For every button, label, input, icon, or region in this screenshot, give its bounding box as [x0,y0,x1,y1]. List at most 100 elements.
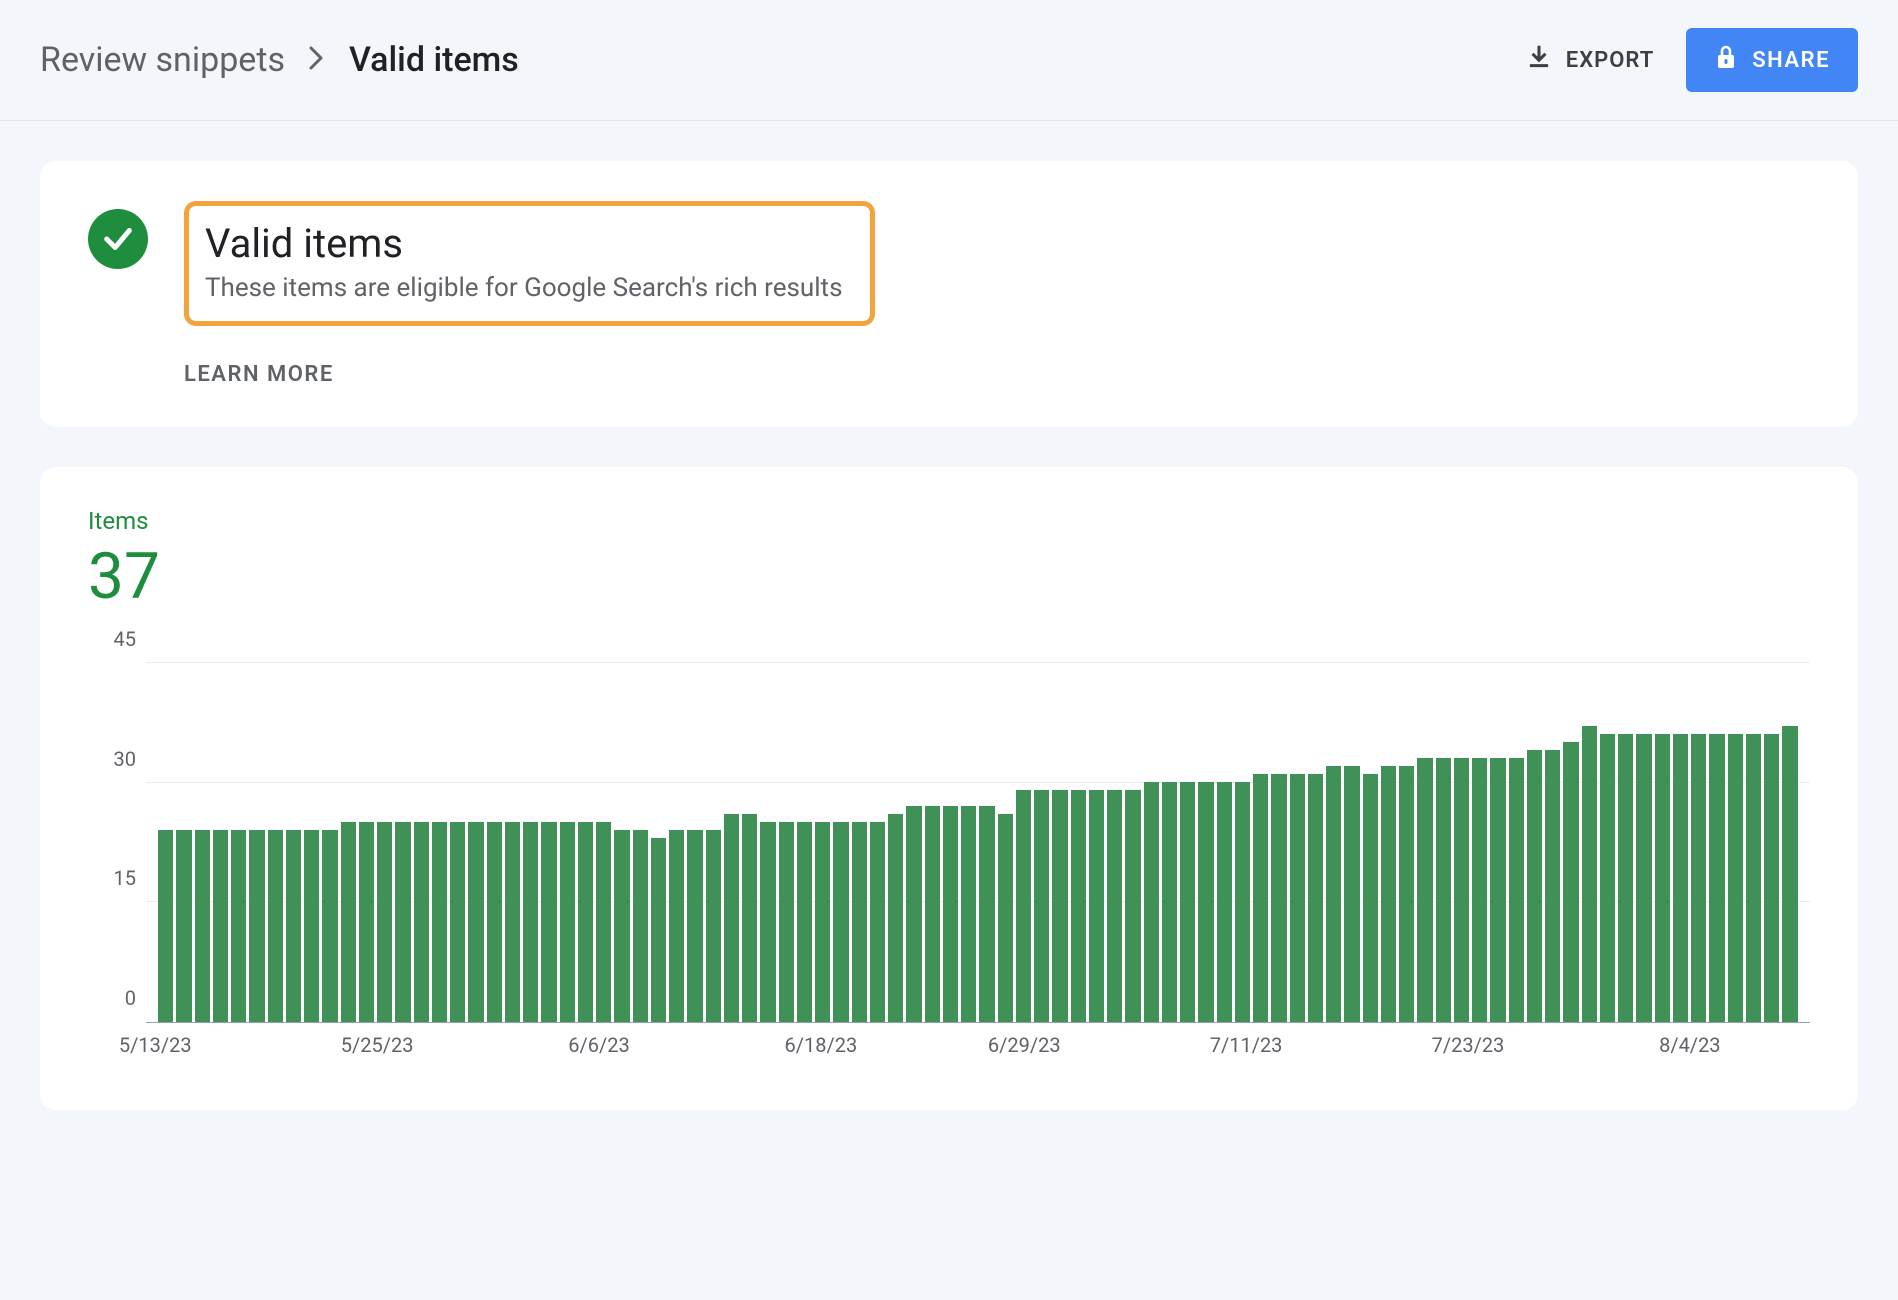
chart-bar[interactable] [231,830,246,1022]
chart-bar[interactable] [1746,734,1761,1022]
chart-bar[interactable] [176,830,191,1022]
chart-bar[interactable] [1636,734,1651,1022]
chart-bar[interactable] [1180,782,1195,1022]
chart-bar[interactable] [1582,726,1597,1022]
chart-bar[interactable] [925,806,940,1022]
chart-bar[interactable] [1454,758,1469,1022]
chart-bar[interactable] [1673,734,1688,1022]
chart-bar[interactable] [1417,758,1432,1022]
chart-bar[interactable] [1527,750,1542,1022]
chart-bar[interactable] [1563,742,1578,1022]
highlight-annotation: Valid items These items are eligible for… [184,201,875,326]
chart-bar[interactable] [888,814,903,1022]
chart-bar[interactable] [1363,774,1378,1022]
chart-bar[interactable] [523,822,538,1022]
chart-bar[interactable] [268,830,283,1022]
chart-bar[interactable] [578,822,593,1022]
chart-bar[interactable] [1764,734,1779,1022]
chart-bar[interactable] [505,822,520,1022]
chart-bar[interactable] [1691,734,1706,1022]
share-button[interactable]: SHARE [1686,28,1858,92]
chart-bar[interactable] [1344,766,1359,1022]
chart-bar[interactable] [633,830,648,1022]
chart-bar[interactable] [322,830,337,1022]
chart-bar[interactable] [1125,790,1140,1022]
chart-bar[interactable] [1198,782,1213,1022]
chart-bar[interactable] [1271,774,1286,1022]
chart-bar[interactable] [1326,766,1341,1022]
chart-bar[interactable] [998,814,1013,1022]
chart-bar[interactable] [1490,758,1505,1022]
chart-bar[interactable] [1600,734,1615,1022]
chart-bar[interactable] [852,822,867,1022]
chart-bar[interactable] [1162,782,1177,1022]
chart-bar[interactable] [1034,790,1049,1022]
chart-bar[interactable] [1052,790,1067,1022]
chart-bar[interactable] [1655,734,1670,1022]
chart-bar[interactable] [596,822,611,1022]
chart-bar[interactable] [158,830,173,1022]
export-button[interactable]: EXPORT [1522,36,1658,84]
chart-bar[interactable] [870,822,885,1022]
x-tick-label: 7/23/23 [1432,1033,1505,1057]
export-label: EXPORT [1566,48,1654,73]
chart-bar[interactable] [249,830,264,1022]
chart-bar[interactable] [1016,790,1031,1022]
chart-bar[interactable] [1071,790,1086,1022]
chart-bar[interactable] [706,830,721,1022]
chart-bar[interactable] [614,830,629,1022]
chart-bar[interactable] [468,822,483,1022]
chart-bar[interactable] [1728,734,1743,1022]
chart-bar[interactable] [1782,726,1797,1022]
chart-bar[interactable] [1144,782,1159,1022]
chart-bar[interactable] [195,830,210,1022]
chart-bar[interactable] [906,806,921,1022]
chart-bar[interactable] [1107,790,1122,1022]
status-title: Valid items [205,220,842,267]
chart-bar[interactable] [1235,782,1250,1022]
chart-bar[interactable] [1709,734,1724,1022]
chart-bar[interactable] [943,806,958,1022]
chart-bar[interactable] [487,822,502,1022]
chart-bar[interactable] [213,830,228,1022]
chart-bar[interactable] [286,830,301,1022]
breadcrumb-root[interactable]: Review snippets [40,40,285,80]
chart-bar[interactable] [979,806,994,1022]
chart-bar[interactable] [742,814,757,1022]
chart-bar[interactable] [1089,790,1104,1022]
chart-bar[interactable] [359,822,374,1022]
chart-bar[interactable] [833,822,848,1022]
chart-bar[interactable] [760,822,775,1022]
chart-bar[interactable] [450,822,465,1022]
chart-bar[interactable] [1472,758,1487,1022]
chart-card: Items 37 0153045 5/13/235/25/236/6/236/1… [40,467,1858,1110]
chart-bar[interactable] [304,830,319,1022]
chart-bar[interactable] [1399,766,1414,1022]
chart-bar[interactable] [779,822,794,1022]
learn-more-button[interactable]: LEARN MORE [184,362,1810,387]
chart-bar[interactable] [1290,774,1305,1022]
chart-bar[interactable] [1308,774,1323,1022]
chart-bar[interactable] [724,814,739,1022]
chart-bar[interactable] [961,806,976,1022]
chart-bar[interactable] [395,822,410,1022]
chart-bar[interactable] [1217,782,1232,1022]
chart-bar[interactable] [1545,750,1560,1022]
chart-bar[interactable] [797,822,812,1022]
chart-bar[interactable] [687,830,702,1022]
chart-bar[interactable] [1381,766,1396,1022]
chart-bar[interactable] [1436,758,1451,1022]
chart-bar[interactable] [541,822,556,1022]
chart-bar[interactable] [1509,758,1524,1022]
chart-bar[interactable] [432,822,447,1022]
chart-bar[interactable] [414,822,429,1022]
chart-bars [146,663,1810,1022]
chart-bar[interactable] [560,822,575,1022]
chart-bar[interactable] [341,822,356,1022]
chart-bar[interactable] [669,830,684,1022]
chart-bar[interactable] [815,822,830,1022]
chart-bar[interactable] [1253,774,1268,1022]
chart-bar[interactable] [651,838,666,1022]
chart-bar[interactable] [377,822,392,1022]
chart-bar[interactable] [1618,734,1633,1022]
